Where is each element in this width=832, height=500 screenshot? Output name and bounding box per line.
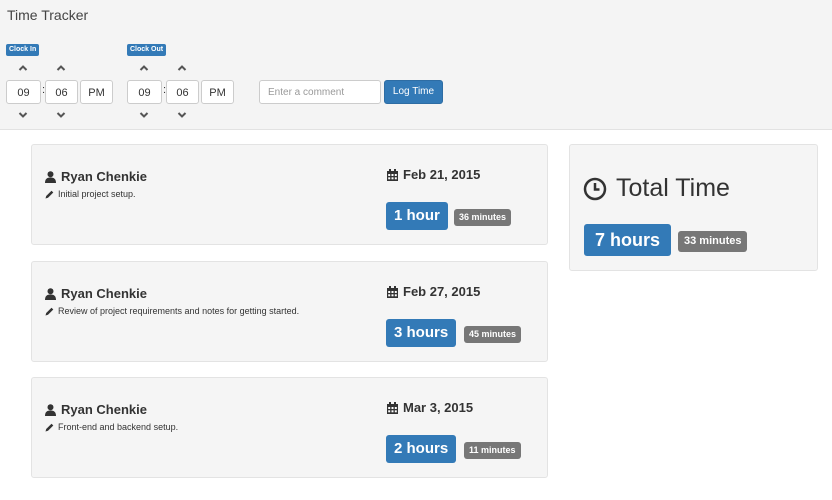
entry-user-name: Ryan Chenkie [61,169,147,184]
entry-comment-text: Initial project setup. [58,189,136,199]
user-icon [45,403,56,416]
entry-date-text: Feb 27, 2015 [403,284,481,299]
log-time-button[interactable]: Log Time [384,80,443,104]
clock-out-minute-up-icon[interactable] [177,63,187,73]
total-minutes-badge: 33 minutes [678,231,748,252]
clock-out-meridian-toggle[interactable]: PM [201,80,234,104]
user-icon [45,287,56,300]
total-hours-badge: 7 hours [584,224,672,256]
entry-minutes-badge: 11 minutes [464,442,521,459]
entry-user: Ryan Chenkie [45,286,147,301]
clock-out-minute-field[interactable]: 06 [166,80,199,104]
time-entry-card: Ryan Chenkie Initial project setup. Feb … [31,144,548,245]
top-bar: Time Tracker Clock In 09 : 06 PM Clock O… [0,0,832,130]
clock-out-minute-down-icon[interactable] [177,110,187,120]
entry-comment: Initial project setup. [45,189,136,199]
entry-comment-text: Front-end and backend setup. [58,422,179,432]
clock-in-minute-up-icon[interactable] [56,63,66,73]
entry-date: Feb 27, 2015 [387,284,480,299]
time-entry-card: Ryan Chenkie Review of project requireme… [31,261,548,362]
total-time-card: Total Time 7 hours 33 minutes [569,144,818,271]
time-entry-card: Ryan Chenkie Front-end and backend setup… [31,377,548,478]
pencil-icon [45,190,54,198]
entry-hours-badge: 2 hours [386,435,457,463]
clock-out-hour-down-icon[interactable] [139,110,149,120]
entry-date-text: Feb 21, 2015 [403,167,481,182]
clock-in-hour-down-icon[interactable] [18,110,28,120]
clock-out-hour-up-icon[interactable] [139,63,149,73]
clock-in-label: Clock In [6,44,40,56]
entry-comment: Review of project requirements and notes… [45,306,299,316]
clock-in-minute-field[interactable]: 06 [45,80,78,104]
calendar-icon [387,285,398,298]
user-icon [45,170,56,183]
entry-user: Ryan Chenkie [45,169,147,184]
clock-in-hour-field[interactable]: 09 [6,80,41,104]
entry-comment: Front-end and backend setup. [45,422,178,432]
entry-user: Ryan Chenkie [45,402,147,417]
app-title: Time Tracker [7,7,89,23]
entry-minutes-badge: 45 minutes [464,326,522,343]
total-time-title: Total Time [616,174,730,202]
comment-input[interactable] [259,80,381,104]
entry-date: Feb 21, 2015 [387,167,480,182]
calendar-icon [387,401,398,414]
pencil-icon [45,307,54,315]
calendar-icon [387,168,398,181]
clock-icon [583,177,607,200]
entry-minutes-badge: 36 minutes [454,209,512,226]
clock-out-hour-field[interactable]: 09 [127,80,162,104]
pencil-icon [45,423,54,431]
entry-comment-text: Review of project requirements and notes… [58,306,300,316]
clock-in-meridian-toggle[interactable]: PM [80,80,113,104]
entry-date-text: Mar 3, 2015 [403,400,474,415]
clock-in-minute-down-icon[interactable] [56,110,66,120]
clock-out-label: Clock Out [127,44,167,56]
entry-hours-badge: 1 hour [386,202,448,230]
entry-date: Mar 3, 2015 [387,400,473,415]
entry-user-name: Ryan Chenkie [61,286,147,301]
clock-in-hour-up-icon[interactable] [18,63,28,73]
entry-user-name: Ryan Chenkie [61,402,147,417]
total-time-heading: Total Time [583,174,730,203]
entry-hours-badge: 3 hours [386,319,457,347]
